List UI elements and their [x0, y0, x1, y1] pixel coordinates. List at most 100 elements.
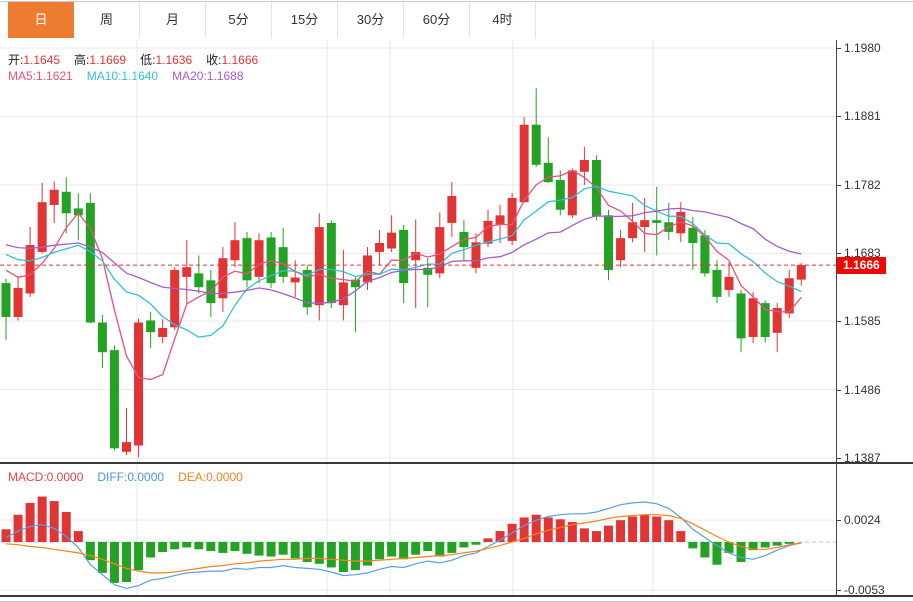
macd-hist-bar	[592, 531, 601, 542]
macd-hist-bar	[664, 520, 673, 542]
macd-hist-bar	[363, 542, 372, 566]
macd-hist-bar	[628, 517, 637, 542]
candle-body	[640, 220, 649, 227]
candle-body	[688, 228, 697, 243]
macd-hist-bar	[327, 542, 336, 567]
macd-hist-bar	[98, 542, 107, 573]
macd-hist-bar	[218, 542, 227, 553]
macd-hist-bar	[194, 542, 203, 549]
macd-hist-bar	[158, 542, 167, 552]
tab-月[interactable]: 月	[140, 2, 206, 38]
tab-30分[interactable]: 30分	[338, 2, 404, 38]
candle-body	[496, 215, 505, 225]
candle-body	[725, 277, 734, 290]
macd-hist-bar	[38, 497, 47, 542]
macd-hist-bar	[785, 542, 794, 544]
macd-hist-bar	[74, 531, 83, 542]
candle-body	[797, 265, 806, 280]
macd-hist-bar	[206, 542, 215, 551]
candle-body	[520, 125, 529, 202]
macd-hist-bar	[339, 542, 348, 572]
macd-hist-bar	[146, 542, 155, 557]
macd-hist-bar	[122, 542, 131, 582]
macd-chart[interactable]	[0, 464, 836, 595]
macd-hist-bar	[688, 542, 697, 548]
candle-body	[315, 227, 324, 305]
macd-hist-bar	[267, 542, 276, 557]
main-candlestick-chart[interactable]	[0, 40, 836, 462]
macd-hist-bar	[291, 542, 300, 558]
y-axis-tick	[836, 185, 841, 186]
period-tab-bar: 日周月5分15分30分60分4时	[8, 2, 536, 38]
macd-hist-bar	[700, 542, 709, 557]
macd-hist-bar	[676, 531, 685, 542]
candle-body	[363, 255, 372, 282]
tab-15分[interactable]: 15分	[272, 2, 338, 38]
candle-body	[556, 180, 565, 210]
y-axis-label: 1.1486	[844, 383, 881, 397]
y-axis-tick	[836, 321, 841, 322]
candle-body	[182, 267, 191, 277]
y-axis-label: 0.0024	[844, 513, 881, 527]
candle-body	[339, 282, 348, 305]
macd-hist-bar	[761, 542, 770, 547]
candle-body	[749, 298, 758, 337]
y-axis-tick	[836, 116, 841, 117]
macd-hist-bar	[435, 542, 444, 557]
candle-body	[327, 223, 336, 303]
candle-body	[218, 258, 227, 298]
candle-body	[447, 196, 456, 223]
candle-body	[26, 245, 35, 293]
candle-body	[712, 270, 721, 297]
candle-body	[604, 215, 613, 270]
kline-app: 日周月5分15分30分60分4时 开:1.1645高:1.1669低:1.163…	[0, 0, 913, 602]
candle-body	[158, 328, 167, 337]
macd-hist-bar	[471, 542, 480, 545]
macd-hist-bar	[26, 503, 35, 542]
candle-body	[484, 221, 493, 244]
macd-hist-bar	[604, 526, 613, 542]
candle-body	[255, 240, 264, 277]
macd-hist-bar	[580, 528, 589, 542]
macd-hist-bar	[315, 542, 324, 564]
y-axis-tick	[836, 458, 841, 459]
candle-body	[2, 283, 11, 317]
candle-body	[580, 160, 589, 172]
macd-hist-bar	[182, 542, 191, 547]
macd-hist-bar	[640, 515, 649, 542]
candle-body	[62, 192, 71, 213]
y-axis-tick	[836, 48, 841, 49]
macd-hist-bar	[351, 542, 360, 570]
macd-hist-bar	[399, 542, 408, 559]
macd-hist-bar	[230, 542, 239, 551]
candle-body	[122, 442, 131, 452]
tab-4时[interactable]: 4时	[470, 2, 536, 38]
macd-hist-bar	[50, 501, 59, 542]
macd-hist-bar	[616, 520, 625, 542]
macd-hist-bar	[556, 519, 565, 542]
candle-body	[170, 270, 179, 327]
tab-60分[interactable]: 60分	[404, 2, 470, 38]
tab-5分[interactable]: 5分	[206, 2, 272, 38]
y-axis-label: 1.1782	[844, 178, 881, 192]
candle-body	[616, 238, 625, 260]
y-axis-label: 1.1585	[844, 314, 881, 328]
price-axis-line	[836, 40, 837, 597]
tab-日[interactable]: 日	[8, 2, 74, 38]
macd-hist-bar	[375, 542, 384, 559]
candle-body	[230, 240, 239, 260]
macd-hist-bar	[14, 515, 23, 542]
y-axis-label: 1.1881	[844, 109, 881, 123]
y-axis-tick	[836, 390, 841, 391]
candle-body	[110, 350, 119, 448]
y-axis-tick	[836, 590, 841, 591]
macd-hist-bar	[62, 512, 71, 542]
candle-body	[86, 203, 95, 323]
candle-body	[194, 273, 203, 287]
macd-hist-bar	[423, 542, 432, 551]
candle-body	[14, 288, 23, 317]
macd-hist-bar	[134, 542, 143, 570]
tab-周[interactable]: 周	[74, 2, 140, 38]
candle-body	[146, 320, 155, 332]
candle-body	[134, 322, 143, 445]
